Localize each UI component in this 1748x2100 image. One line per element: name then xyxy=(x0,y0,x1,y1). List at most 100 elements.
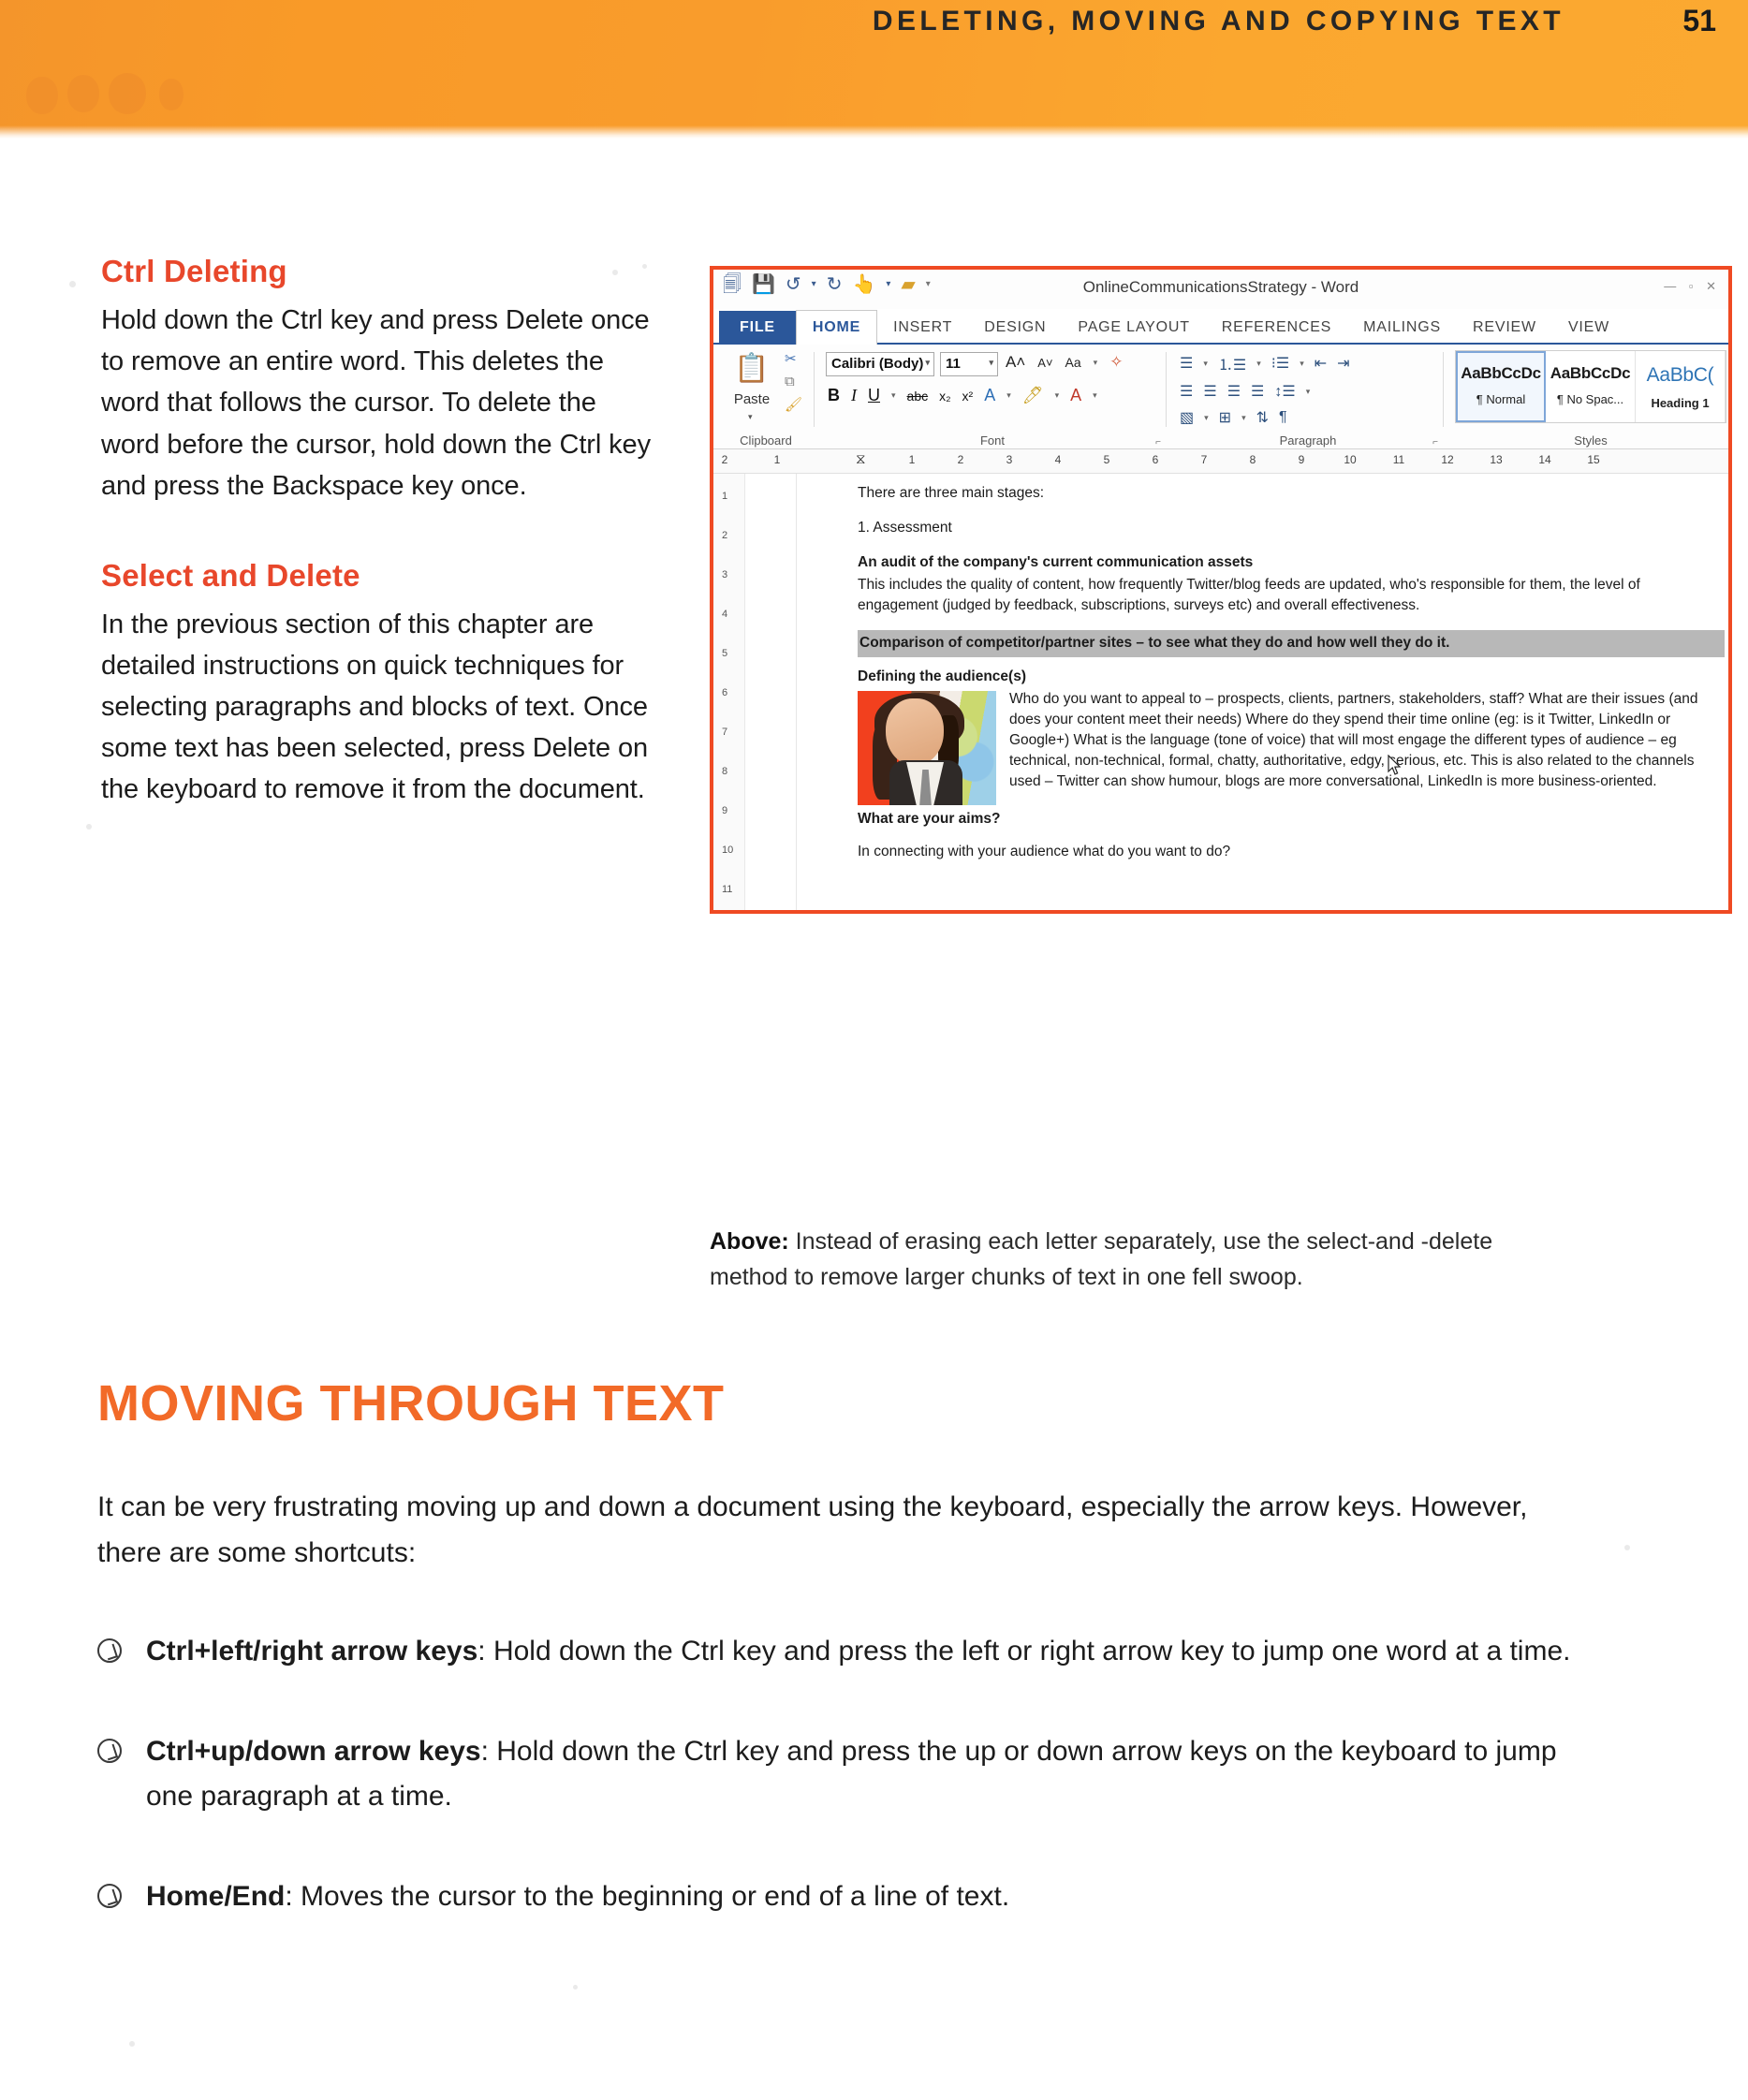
shortcut-list: Ctrl+left/right arrow keys: Hold down th… xyxy=(97,1629,1577,1974)
paste-dropdown-caret-icon[interactable]: ▾ xyxy=(748,412,753,422)
subscript-button[interactable]: x₂ xyxy=(939,389,950,404)
window-controls[interactable]: — ▫ ✕ xyxy=(1664,279,1721,294)
tab-view[interactable]: VIEW xyxy=(1552,311,1625,345)
clipboard-tools[interactable]: ✂ ⧉ 🖌 xyxy=(785,350,802,413)
copy-icon[interactable]: ⧉ xyxy=(785,374,802,389)
tab-file[interactable]: FILE xyxy=(719,311,796,345)
tab-mailings[interactable]: MAILINGS xyxy=(1347,311,1457,345)
change-case-caret-icon[interactable]: ▾ xyxy=(1094,358,1098,368)
subheading-ctrl-deleting: Ctrl Deleting xyxy=(101,254,287,288)
doc-selected-text[interactable]: Comparison of competitor/partner sites –… xyxy=(858,630,1725,657)
decrease-indent-icon[interactable]: ⇤ xyxy=(1315,354,1327,373)
doc-para-defining: Defining the audience(s) xyxy=(858,668,1026,684)
align-right-icon[interactable]: ☰ xyxy=(1227,382,1241,401)
multilevel-list-icon[interactable]: ⁝☰ xyxy=(1271,354,1289,373)
word-application-window: 🗐 💾 ↺ ▾ ↻ 👆 ▾ ▰ ▾ OnlineCommunicationsSt… xyxy=(710,266,1732,914)
superscript-button[interactable]: x² xyxy=(962,389,974,404)
style-name-normal: ¶ Normal xyxy=(1476,392,1526,406)
page-margin-line xyxy=(796,474,797,910)
style-item-no-spacing[interactable]: AaBbCcDc ¶ No Spac... xyxy=(1546,351,1636,422)
ribbon-group-font: Calibri (Body) ▾ 11 ▾ A˄ A˅ Aa ▾ ✧ B I U… xyxy=(818,345,1167,449)
highlight-icon[interactable]: 🖊 xyxy=(1022,386,1044,405)
numbering-icon[interactable]: ⒈☰ xyxy=(1218,352,1246,374)
show-marks-icon[interactable]: ¶ xyxy=(1279,409,1287,426)
underline-caret-icon[interactable]: ▾ xyxy=(891,390,896,401)
document-inline-image[interactable] xyxy=(858,691,996,805)
align-left-icon[interactable]: ☰ xyxy=(1180,382,1193,401)
ribbon-tab-strip[interactable]: FILE HOME INSERT DESIGN PAGE LAYOUT REFE… xyxy=(713,309,1728,346)
paste-button-label[interactable]: Paste xyxy=(723,391,781,407)
borders-icon[interactable]: ⊞ xyxy=(1219,408,1231,427)
sort-icon[interactable]: ⇅ xyxy=(1256,408,1269,427)
vruler-tick-3: 3 xyxy=(722,569,728,580)
vertical-ruler[interactable]: 1 2 3 4 5 6 7 8 9 10 11 12 13 xyxy=(713,474,745,910)
increase-indent-icon[interactable]: ⇥ xyxy=(1337,354,1349,373)
list-item-desc: : Hold down the Ctrl key and press the l… xyxy=(477,1636,1571,1667)
font-color-caret-icon[interactable]: ▾ xyxy=(1093,390,1097,401)
tab-design[interactable]: DESIGN xyxy=(968,311,1062,345)
italic-button[interactable]: I xyxy=(851,386,857,405)
scan-speck xyxy=(69,281,76,287)
ribbon-group-clipboard: 📋 Paste ▾ ✂ ⧉ 🖌 Clipboard xyxy=(717,345,815,449)
paragraph-tools-row-2[interactable]: ☰ ☰ ☰ ☰ ↕☰ ▾ xyxy=(1180,382,1310,401)
strikethrough-button[interactable]: abc xyxy=(907,389,929,404)
paragraph-dialog-launcher-icon[interactable]: ⌐ xyxy=(1432,437,1438,448)
hruler-tick-10: 9 xyxy=(1298,453,1305,466)
cut-scissors-icon[interactable]: ✂ xyxy=(785,350,802,367)
doc-para-audit-heading: An audit of the company's current commun… xyxy=(858,554,1254,570)
doc-para-audit-body: This includes the quality of content, ho… xyxy=(858,577,1640,613)
font-tools-row-1[interactable]: A˄ A˅ Aa ▾ ✧ xyxy=(1006,353,1123,372)
shading-icon[interactable]: ▧ xyxy=(1180,408,1194,427)
horizontal-ruler[interactable]: 2 1 ⧖ 1 2 3 4 5 6 7 8 9 10 11 12 13 14 1… xyxy=(713,449,1728,474)
grow-font-icon[interactable]: A˄ xyxy=(1006,353,1025,372)
font-dialog-launcher-icon[interactable]: ⌐ xyxy=(1155,437,1161,448)
list-item-text: Home/End: Moves the cursor to the beginn… xyxy=(146,1874,1009,1920)
header-title: DELETING, MOVING AND COPYING TEXT xyxy=(872,6,1564,37)
paragraph-tools-row-1[interactable]: ☰ ▾ ⒈☰ ▾ ⁝☰ ▾ ⇤ ⇥ xyxy=(1180,352,1350,374)
format-painter-icon[interactable]: 🖌 xyxy=(785,396,802,413)
indent-marker-icon[interactable]: ⧖ xyxy=(856,451,866,467)
paragraph-tools-row-3[interactable]: ▧ ▾ ⊞ ▾ ⇅ ¶ xyxy=(1180,408,1287,427)
text-effects-icon[interactable]: A xyxy=(984,386,995,405)
tab-page-layout[interactable]: PAGE LAYOUT xyxy=(1062,311,1205,345)
hruler-tick-3: 2 xyxy=(957,453,964,466)
font-size-caret-icon[interactable]: ▾ xyxy=(989,358,993,368)
hruler-tick-5: 4 xyxy=(1054,453,1062,466)
font-tools-row-2[interactable]: B I U ▾ abc x₂ x² A ▾ 🖊 ▾ A ▾ xyxy=(828,386,1097,405)
style-item-heading-1[interactable]: AaBbC( Heading 1 xyxy=(1636,351,1726,422)
tab-review[interactable]: REVIEW xyxy=(1457,311,1552,345)
left-column: Ctrl Deleting Hold down the Ctrl key and… xyxy=(101,254,654,810)
hruler-tick-6: 5 xyxy=(1103,453,1110,466)
document-content[interactable]: There are three main stages: 1. Assessme… xyxy=(858,483,1725,876)
word-document-page[interactable]: There are three main stages: 1. Assessme… xyxy=(745,474,1728,910)
styles-gallery[interactable]: AaBbCcDc ¶ Normal AaBbCcDc ¶ No Spac... … xyxy=(1455,350,1726,423)
font-name-input[interactable]: Calibri (Body) ▾ xyxy=(826,352,934,376)
justify-icon[interactable]: ☰ xyxy=(1251,382,1264,401)
tab-references[interactable]: REFERENCES xyxy=(1206,311,1347,345)
font-size-input[interactable]: 11 ▾ xyxy=(940,352,998,376)
hruler-tick-8: 7 xyxy=(1200,453,1208,466)
shrink-font-icon[interactable]: A˅ xyxy=(1037,356,1052,370)
align-center-icon[interactable]: ☰ xyxy=(1203,382,1216,401)
scan-speck xyxy=(1624,1545,1630,1550)
clear-formatting-icon[interactable]: ✧ xyxy=(1109,353,1123,372)
underline-button[interactable]: U xyxy=(868,386,880,405)
scan-speck xyxy=(129,2041,135,2047)
line-spacing-icon[interactable]: ↕☰ xyxy=(1274,382,1295,401)
style-item-normal[interactable]: AaBbCcDc ¶ Normal xyxy=(1456,351,1546,422)
highlight-caret-icon[interactable]: ▾ xyxy=(1055,390,1060,401)
list-item-text: Ctrl+up/down arrow keys: Hold down the C… xyxy=(146,1729,1577,1820)
bullets-icon[interactable]: ☰ xyxy=(1180,354,1193,373)
bold-button[interactable]: B xyxy=(828,386,840,405)
font-name-caret-icon[interactable]: ▾ xyxy=(925,358,930,368)
group-label-styles: Styles xyxy=(1574,433,1608,448)
tab-insert[interactable]: INSERT xyxy=(877,311,968,345)
change-case-icon[interactable]: Aa xyxy=(1065,355,1081,370)
style-preview-no-spacing: AaBbCcDc xyxy=(1550,364,1631,382)
paste-icon[interactable]: 📋 xyxy=(734,352,769,385)
font-color-icon[interactable]: A xyxy=(1070,386,1081,405)
vruler-tick-2: 2 xyxy=(722,530,728,541)
text-effects-caret-icon[interactable]: ▾ xyxy=(1006,390,1011,401)
hruler-tick-11: 10 xyxy=(1344,453,1357,466)
tab-home[interactable]: HOME xyxy=(795,310,878,346)
